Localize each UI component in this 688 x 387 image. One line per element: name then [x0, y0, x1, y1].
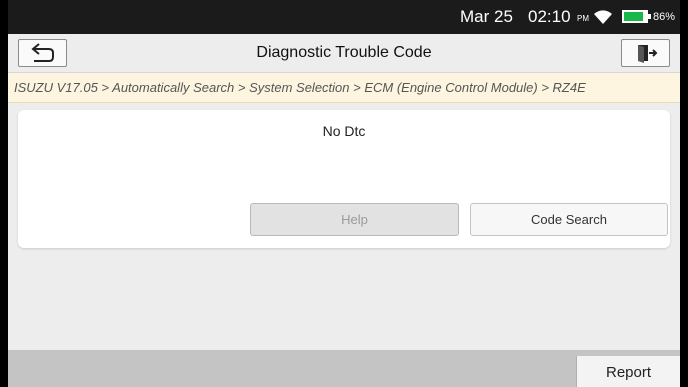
help-button[interactable]: Help	[250, 203, 459, 236]
wifi-icon	[594, 10, 612, 24]
bottom-toolbar: Report	[8, 350, 680, 387]
exit-button[interactable]	[621, 39, 670, 67]
status-ampm: PM	[577, 14, 589, 23]
battery-percent: 86%	[653, 11, 676, 23]
breadcrumb-path: ISUZU V17.05 > Automatically Search > Sy…	[14, 80, 586, 95]
exit-door-icon	[638, 45, 658, 63]
breadcrumb: ISUZU V17.05 > Automatically Search > Sy…	[8, 73, 680, 103]
app-screen: Mar 25 02:10 PM 86% Diagnostic Trouble C…	[8, 0, 680, 387]
status-bar: Mar 25 02:10 PM 86%	[8, 0, 680, 34]
code-search-button[interactable]: Code Search	[470, 203, 668, 236]
title-bar: Diagnostic Trouble Code	[8, 34, 680, 73]
page-title: Diagnostic Trouble Code	[256, 44, 432, 61]
status-date: Mar 25	[460, 7, 513, 26]
battery-icon	[622, 10, 651, 23]
result-message: No Dtc	[322, 123, 366, 139]
report-button[interactable]: Report	[576, 356, 680, 387]
status-time: 02:10	[528, 7, 571, 26]
battery-level-fill	[624, 12, 643, 21]
dtc-result-panel: No Dtc Help Code Search	[18, 110, 670, 248]
